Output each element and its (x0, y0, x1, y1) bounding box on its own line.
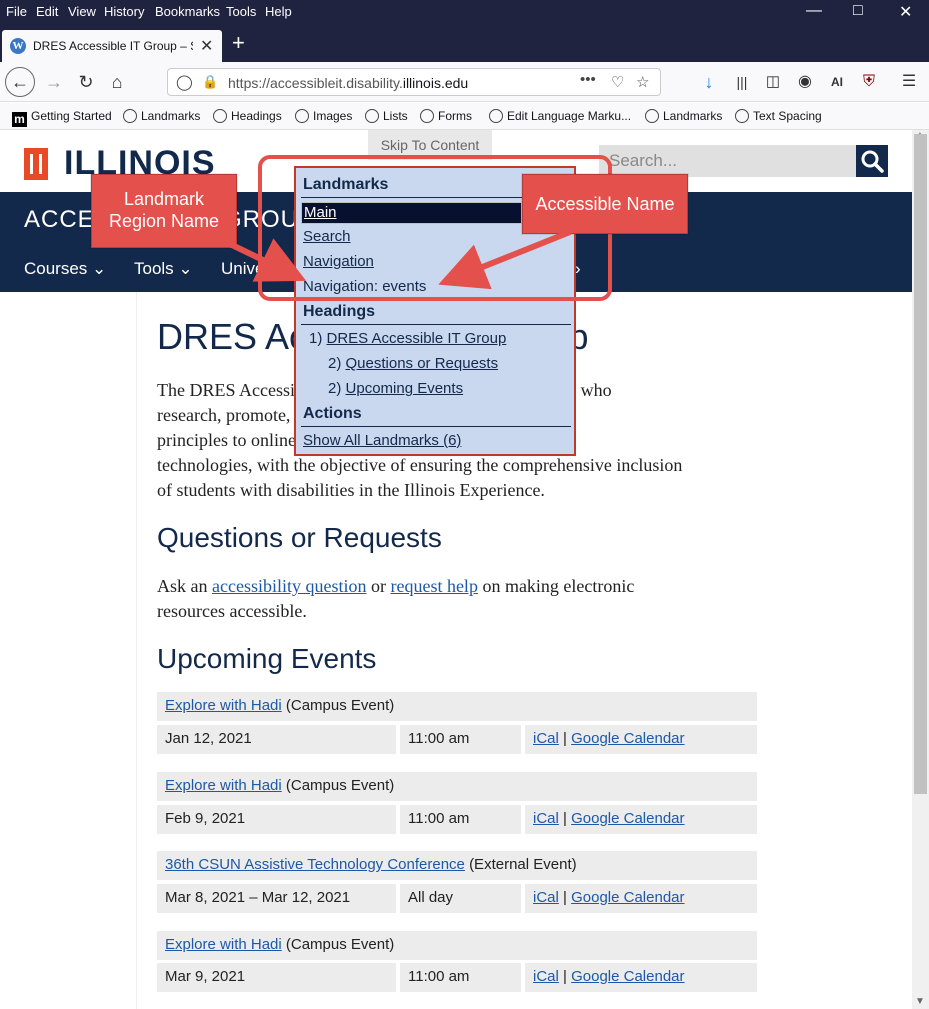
annotation-arrows (203, 229, 572, 290)
arrow-to-navigation (203, 229, 307, 282)
arrow-to-events (438, 229, 572, 290)
